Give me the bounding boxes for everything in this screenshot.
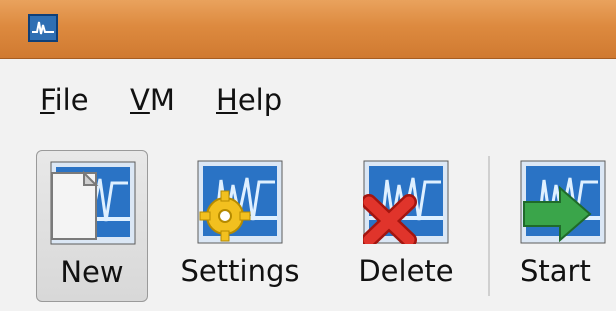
menu-help-mnemonic: H: [216, 83, 238, 117]
start-button-label: Start: [520, 254, 591, 288]
settings-gear-icon: [197, 160, 283, 244]
menu-bar: File VM Help: [0, 59, 616, 135]
toolbar: New Settings Delete Start: [0, 135, 616, 311]
menu-vm-mnemonic: V: [130, 83, 150, 117]
menu-file[interactable]: File: [40, 83, 89, 117]
menu-vm[interactable]: VM: [130, 83, 175, 117]
settings-button-label: Settings: [180, 254, 300, 288]
new-vm-icon: [50, 161, 136, 245]
start-arrow-icon: [520, 160, 606, 244]
settings-button[interactable]: Settings: [170, 150, 310, 302]
menu-vm-rest: M: [149, 83, 175, 117]
menu-file-mnemonic: F: [40, 83, 55, 117]
delete-button[interactable]: Delete: [346, 150, 466, 302]
start-button[interactable]: Start: [510, 150, 616, 302]
delete-button-label: Delete: [358, 254, 454, 288]
toolbar-separator: [488, 156, 490, 296]
new-button[interactable]: New: [36, 150, 148, 302]
delete-x-icon: [361, 160, 449, 248]
menu-help[interactable]: Help: [216, 83, 282, 117]
new-button-label: New: [60, 255, 124, 289]
menu-file-rest: ile: [54, 83, 89, 117]
menu-help-rest: elp: [237, 83, 283, 117]
app-icon: [28, 14, 58, 42]
title-bar: [0, 0, 616, 59]
